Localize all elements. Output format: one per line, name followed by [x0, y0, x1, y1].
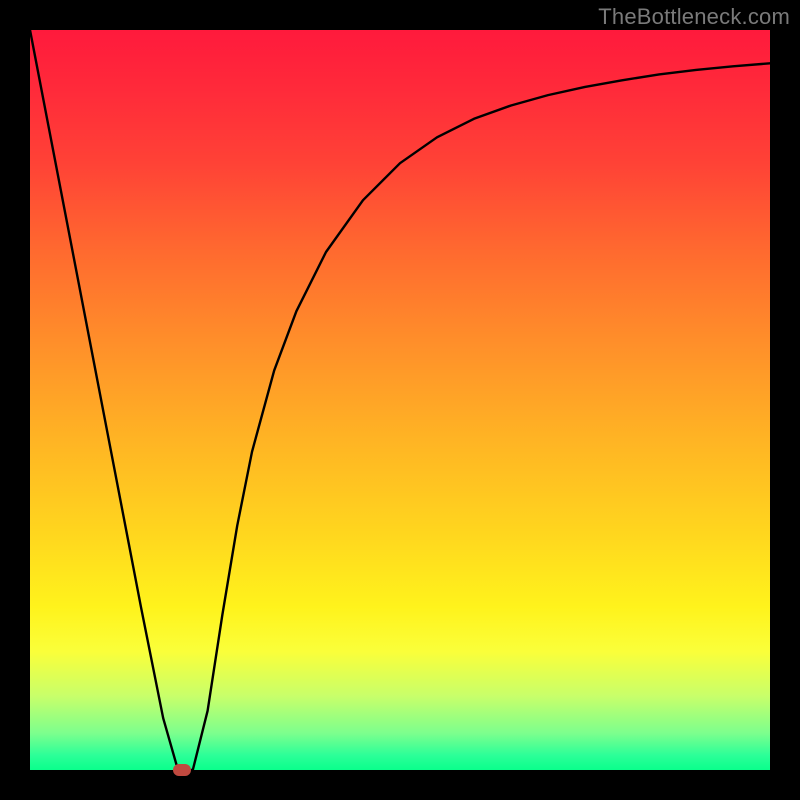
optimum-marker: [173, 764, 191, 776]
chart-container: TheBottleneck.com: [0, 0, 800, 800]
plot-area: [30, 30, 770, 770]
watermark-text: TheBottleneck.com: [598, 4, 790, 30]
bottleneck-curve: [30, 30, 770, 770]
curve-svg: [30, 30, 770, 770]
